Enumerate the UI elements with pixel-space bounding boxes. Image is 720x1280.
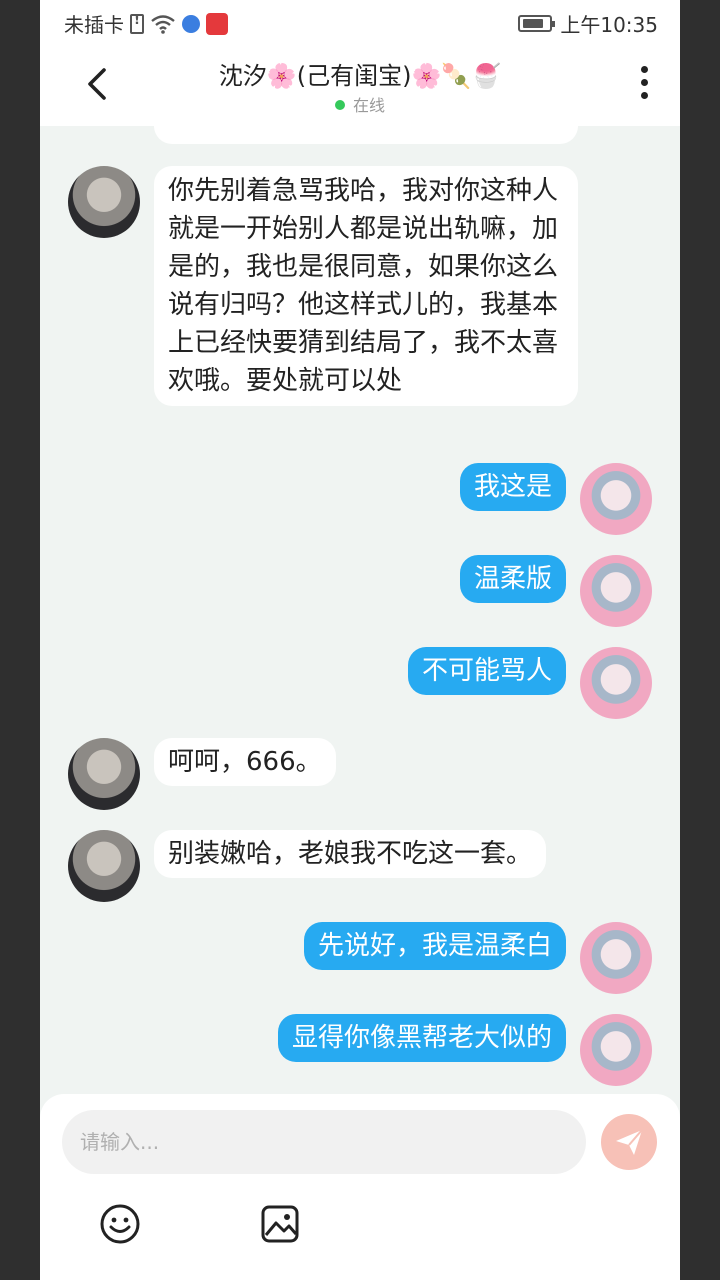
status-bar: 未插卡 上午10:35 <box>40 0 680 44</box>
carrier-label: 未插卡 <box>64 13 124 37</box>
message-input[interactable] <box>62 1110 586 1174</box>
contact-name: 沈汐🌸(己有闺宝)🌸🍡🍧 <box>218 62 502 90</box>
app-notification-icon <box>182 14 200 33</box>
message-bubble-sent[interactable]: 先说好，我是温柔白 <box>303 922 566 970</box>
message-bubble-received[interactable]: 你先别着急骂我哈，我对你这种人就是一开始别人都是说出轨嘛，加是的，我也是很同意，… <box>154 166 578 406</box>
contact-avatar[interactable] <box>68 738 140 810</box>
online-dot-icon <box>334 100 345 110</box>
shopping-app-icon <box>206 12 228 35</box>
wifi-icon <box>151 14 175 34</box>
chat-screen: 未插卡 上午10:35 沈汐🌸(己有闺宝)🌸🍡🍧 在线 <box>40 0 680 1280</box>
send-button[interactable] <box>601 1114 657 1170</box>
message-bubble-received[interactable]: 呵呵，666。 <box>154 738 336 786</box>
presence-label: 在线 <box>352 96 385 115</box>
contact-avatar[interactable] <box>68 830 140 902</box>
message-bubble-sent[interactable]: 显得你像黑帮老大似的 <box>277 1014 566 1062</box>
composer-bar <box>40 1094 680 1280</box>
my-avatar[interactable] <box>580 922 652 994</box>
battery-icon <box>518 15 556 32</box>
chat-header: 沈汐🌸(己有闺宝)🌸🍡🍧 在线 <box>40 44 680 126</box>
contact-avatar[interactable] <box>68 166 140 238</box>
more-options-icon[interactable] <box>638 66 650 106</box>
my-avatar[interactable] <box>580 647 652 719</box>
presence-status: 在线 <box>40 92 680 116</box>
my-avatar[interactable] <box>580 463 652 535</box>
image-icon[interactable] <box>258 1202 302 1246</box>
sim-card-icon <box>130 13 144 34</box>
send-icon <box>616 1129 643 1155</box>
message-bubble-sent[interactable]: 温柔版 <box>459 555 566 603</box>
message-bubble-sent[interactable]: 我这是 <box>459 463 566 511</box>
my-avatar[interactable] <box>580 1014 652 1086</box>
partial-message-bubble <box>154 126 578 144</box>
clock: 上午10:35 <box>560 13 658 37</box>
emoji-icon[interactable] <box>98 1202 142 1246</box>
message-bubble-sent[interactable]: 不可能骂人 <box>407 647 566 695</box>
my-avatar[interactable] <box>580 555 652 627</box>
message-bubble-received[interactable]: 别装嫩哈，老娘我不吃这一套。 <box>154 830 547 878</box>
message-list[interactable]: 你先别着急骂我哈，我对你这种人就是一开始别人都是说出轨嘛，加是的，我也是很同意，… <box>40 126 680 1094</box>
